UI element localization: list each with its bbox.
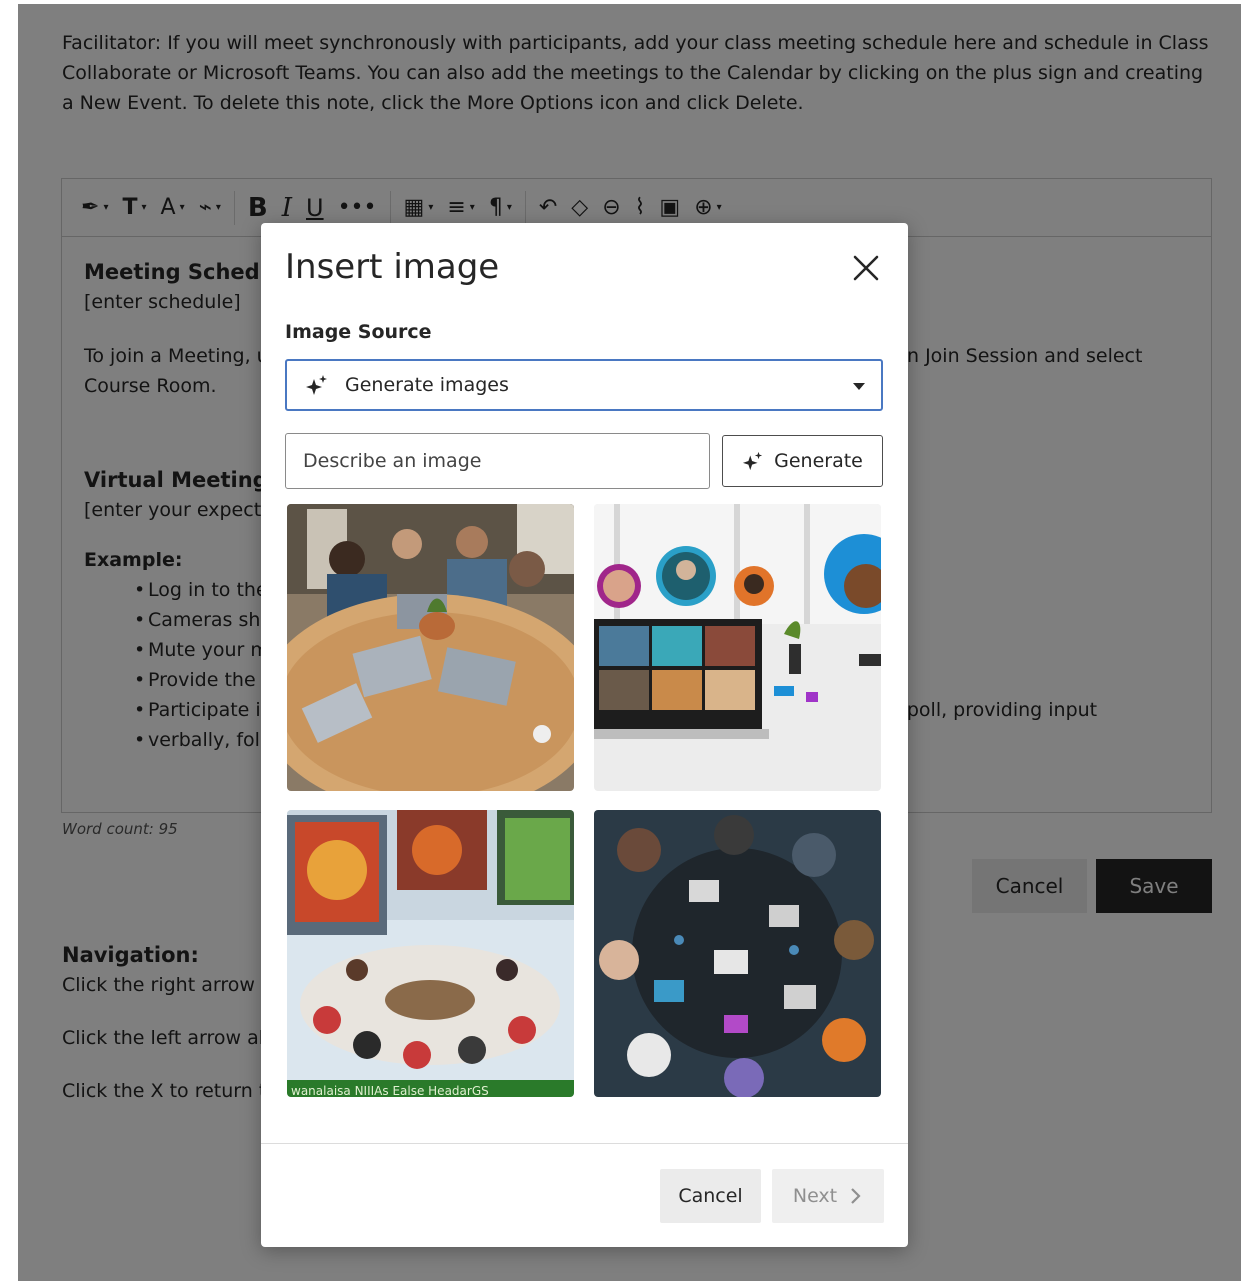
close-icon[interactable] bbox=[849, 251, 883, 285]
describe-image-input[interactable] bbox=[285, 433, 710, 489]
dialog-title: Insert image bbox=[285, 247, 500, 287]
dialog-next-button[interactable]: Next bbox=[772, 1169, 884, 1223]
dialog-cancel-button[interactable]: Cancel bbox=[660, 1169, 761, 1223]
insert-image-dialog: Insert image Image Source Generate image… bbox=[261, 223, 908, 1247]
image-source-value: Generate images bbox=[345, 374, 509, 396]
generate-label: Generate bbox=[774, 450, 863, 472]
generated-image-1[interactable] bbox=[287, 504, 574, 791]
generated-image-4[interactable] bbox=[594, 810, 881, 1097]
next-label: Next bbox=[792, 1185, 838, 1207]
caret-down-icon bbox=[853, 383, 865, 390]
image-source-label: Image Source bbox=[285, 321, 432, 343]
sparkle-icon bbox=[306, 375, 327, 395]
generated-image-2[interactable] bbox=[594, 504, 881, 791]
generate-button[interactable]: Generate bbox=[722, 435, 883, 487]
image-source-select[interactable]: Generate images bbox=[285, 359, 883, 411]
left-margin bbox=[0, 0, 18, 1281]
dialog-footer: Cancel Next bbox=[261, 1143, 908, 1247]
top-margin bbox=[0, 0, 1241, 4]
image-3-caption: wanalaisa NIIIAs Ealse HeadarGS bbox=[291, 1084, 489, 1097]
chevron-right-icon bbox=[851, 1188, 861, 1204]
generated-image-3[interactable]: wanalaisa NIIIAs Ealse HeadarGS bbox=[287, 810, 574, 1097]
sparkle-icon bbox=[743, 451, 763, 471]
